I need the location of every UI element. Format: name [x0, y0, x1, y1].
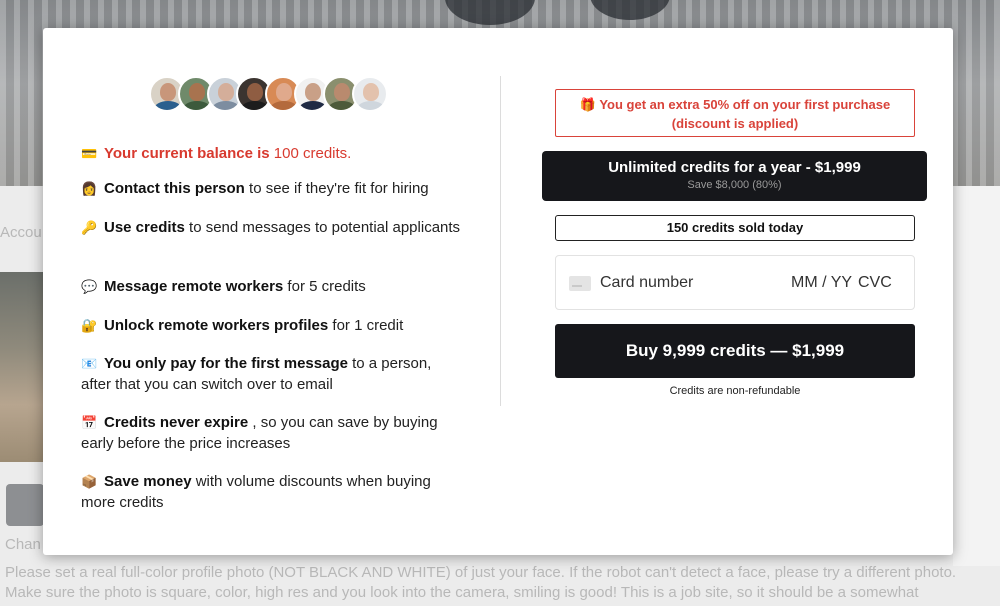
avatar-body — [154, 101, 182, 110]
save-label: Save money — [104, 473, 192, 490]
unlock-item: 🔐 Unlock remote workers profiles for 1 cr… — [81, 315, 461, 336]
balance-value: 100 credits. — [273, 145, 352, 162]
credit-card-icon: 💳 — [81, 146, 98, 161]
background-change-label: Chan — [5, 536, 41, 553]
contact-text: to see if they're fit for hiring — [244, 180, 429, 197]
package-icon: 📦 — [81, 474, 98, 489]
card-input[interactable]: Card number MM / YY CVC — [555, 255, 915, 310]
balance-label: Your current balance is — [104, 145, 270, 162]
card-number-field[interactable]: Card number — [600, 274, 693, 292]
background-instructions-line2: Make sure the photo is square, color, hi… — [5, 584, 919, 601]
avatar-head — [276, 83, 292, 101]
background-profile-photo — [0, 272, 44, 462]
discount-banner: 🎁 You get an extra 50% off on your first… — [555, 89, 915, 137]
unlimited-plan-title: Unlimited credits for a year - $1,999 — [608, 159, 861, 176]
avatar-body — [357, 101, 385, 110]
background-shape — [590, 0, 670, 20]
balance-item: 💳 Your current balance is 100 credits. — [81, 143, 461, 164]
contact-item: 👩 Contact this person to see if they're f… — [81, 178, 461, 199]
unlock-label: Unlock remote workers profiles — [104, 317, 329, 334]
pay-item: 📧 You only pay for the first message to a… — [81, 353, 461, 395]
avatar-body — [212, 101, 240, 110]
save-item: 📦 Save money with volume discounts when b… — [81, 471, 461, 513]
avatar-head — [160, 83, 176, 101]
unlimited-plan-button[interactable]: Unlimited credits for a year - $1,999 Sa… — [542, 151, 927, 201]
discount-line1: 🎁 You get an extra 50% off on your first… — [556, 95, 914, 114]
use-credits-item: 🔑 Use credits to send messages to potenti… — [81, 217, 461, 238]
message-label: Message remote workers — [104, 278, 284, 295]
avatar-8 — [352, 76, 388, 112]
avatar-body — [328, 101, 356, 110]
unlimited-plan-savings: Save $8,000 (80%) — [687, 179, 782, 191]
avatar-head — [334, 83, 350, 101]
message-item: 💬 Message remote workers for 5 credits — [81, 276, 461, 297]
avatar-head — [305, 83, 321, 101]
background-strip — [953, 186, 1000, 566]
avatar-head — [247, 83, 263, 101]
expire-item: 📅 Credits never expire , so you can save … — [81, 412, 461, 454]
column-divider — [500, 76, 501, 406]
card-expiry-field[interactable]: MM / YY — [791, 274, 852, 292]
avatar-head — [363, 83, 379, 101]
non-refundable-note: Credits are non-refundable — [669, 385, 801, 397]
avatar-body — [270, 101, 298, 110]
background-upload-button — [6, 484, 44, 526]
card-cvc-field[interactable]: CVC — [858, 274, 892, 292]
avatar-body — [241, 101, 269, 110]
background-account-label: Accou — [0, 224, 42, 241]
lock-icon: 🔐 — [81, 318, 98, 333]
avatar-head — [189, 83, 205, 101]
credit-card-icon — [569, 276, 591, 291]
avatar-body — [299, 101, 327, 110]
background-instructions-line1: Please set a real full-color profile pho… — [5, 564, 957, 581]
use-credits-text: to send messages to potential applicants — [184, 219, 461, 236]
unlock-text: for 1 credit — [328, 317, 404, 334]
use-credits-label: Use credits — [104, 219, 185, 236]
buy-credits-modal: 💳 Your current balance is 100 credits. 👩 C… — [43, 28, 953, 555]
gift-icon: 🎁 — [579, 97, 596, 112]
discount-line2: (discount is applied) — [671, 116, 799, 131]
discount-text: You get an extra 50% off on your first p… — [595, 97, 891, 112]
person-icon: 👩 — [81, 181, 98, 196]
contact-label: Contact this person — [104, 180, 245, 197]
avatar-head — [218, 83, 234, 101]
pay-label: You only pay for the first message — [104, 355, 348, 372]
background-shape — [445, 0, 535, 25]
envelope-icon: 📧 — [81, 356, 98, 371]
avatar-body — [183, 101, 211, 110]
calendar-icon: 📅 — [81, 415, 98, 430]
speech-bubble-icon: 💬 — [81, 279, 98, 294]
key-icon: 🔑 — [81, 220, 98, 235]
sold-today-badge: 150 credits sold today — [555, 215, 915, 241]
buy-credits-button[interactable]: Buy 9,999 credits — $1,999 — [555, 324, 915, 378]
message-text: for 5 credits — [283, 278, 366, 295]
expire-label: Credits never expire — [104, 414, 249, 431]
